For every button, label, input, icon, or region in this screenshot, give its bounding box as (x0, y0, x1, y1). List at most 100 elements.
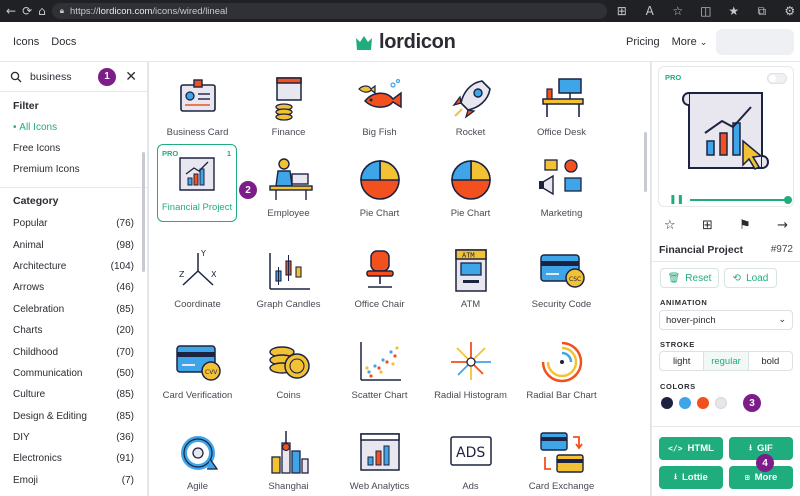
reset-button[interactable]: 🗑︎ Reset (660, 268, 719, 288)
icon-tile[interactable]: Radial Bar Chart (516, 325, 607, 409)
category-item[interactable]: Communication (50) (0, 363, 147, 384)
load-button[interactable]: ⟲ Load (724, 268, 777, 288)
back-icon[interactable]: ← (6, 2, 16, 20)
icon-tile[interactable]: Graph Candles (243, 234, 334, 318)
url-host: lordicon.com (98, 5, 153, 17)
playback-slider[interactable] (690, 196, 792, 204)
category-item[interactable]: Celebration (85) (0, 299, 147, 320)
icon-tile[interactable]: Agile (152, 416, 243, 496)
html-button[interactable]: </> HTML (659, 437, 723, 460)
icon-tile[interactable]: Radial Histogram (425, 325, 516, 409)
filter-free-icons[interactable]: Free Icons (0, 138, 147, 159)
icon-tile[interactable]: Business Card (152, 62, 243, 146)
category-item[interactable]: Animal (98) (0, 234, 147, 255)
pro-tag: PRO (162, 149, 179, 158)
extension-icon[interactable]: ⚙ (781, 2, 799, 20)
split-screen-icon[interactable]: ◫ (697, 2, 715, 20)
stroke-bold[interactable]: bold (749, 352, 792, 370)
icon-tile[interactable]: Office Desk (516, 62, 607, 146)
colors-label: COLORS (660, 382, 696, 391)
collections-icon[interactable]: ⧉ (753, 2, 771, 20)
category-item[interactable]: Architecture (104) (0, 256, 147, 277)
sidebar-scrollbar[interactable] (142, 152, 145, 272)
nav-more[interactable]: More ⌄ (672, 36, 708, 48)
category-item[interactable]: Popular (76) (0, 213, 147, 234)
icon-tile[interactable]: ADS Ads (425, 416, 516, 496)
animation-select[interactable]: hover-pinch ⌄ (659, 310, 793, 330)
color-swatch-quaternary[interactable] (715, 397, 727, 409)
icon-tile[interactable]: Shanghai (243, 416, 334, 496)
icon-tile[interactable]: ATM ATM (425, 234, 516, 318)
icon-tile[interactable]: Marketing (516, 143, 607, 227)
category-item[interactable]: Arrows (46) (0, 277, 147, 298)
svg-text:CSC: CSC (569, 276, 581, 283)
reload-icon[interactable]: ⟳ (22, 2, 32, 20)
icon-tile[interactable]: Finance (243, 62, 334, 146)
icon-tile[interactable]: CVV Card Verification (152, 325, 243, 409)
category-item[interactable]: Charts (20) (0, 320, 147, 341)
add-to-folder-icon[interactable]: ⊞ (702, 218, 713, 233)
home-icon[interactable]: ⌂ (38, 2, 46, 20)
grid-scrollbar[interactable] (644, 132, 647, 192)
icon-tile[interactable]: Rocket (425, 62, 516, 146)
read-aloud-icon[interactable]: A (641, 2, 659, 20)
icon-tile[interactable]: CSC Security Code (516, 234, 607, 318)
arrow-right-icon[interactable]: → (777, 218, 788, 233)
favorite-star-icon[interactable]: ☆ (664, 218, 676, 233)
nav-docs[interactable]: Docs (51, 36, 76, 48)
filter-title: Filter (13, 100, 39, 112)
clear-search-icon[interactable]: ✕ (125, 69, 137, 85)
category-count: (70) (116, 346, 134, 358)
rocket-icon (446, 75, 496, 121)
category-item[interactable]: Childhood (70) (0, 341, 147, 362)
icon-label: Scatter Chart (351, 390, 408, 401)
logo[interactable]: lordicon (355, 31, 456, 54)
favorites-icon[interactable]: ★ (725, 2, 743, 20)
animation-label: ANIMATION (660, 298, 708, 307)
category-item[interactable]: Electronics (91) (0, 448, 147, 469)
category-item[interactable]: Culture (85) (0, 384, 147, 405)
icon-label: Office Desk (537, 127, 586, 138)
icon-tile[interactable]: Pie Chart (334, 143, 425, 227)
category-item[interactable]: DIY (36) (0, 427, 147, 448)
icon-tile[interactable]: Scatter Chart (334, 325, 425, 409)
search-input[interactable] (30, 70, 90, 83)
category-item[interactable]: Emoji (7) (0, 470, 147, 491)
step-badge-4: 4 (756, 454, 774, 472)
icon-tile[interactable]: Big Fish (334, 62, 425, 146)
icon-label: Marketing (540, 208, 583, 219)
color-swatch-secondary[interactable] (679, 397, 691, 409)
icon-tile[interactable]: Y Z X Coordinate (152, 234, 243, 318)
nav-pricing[interactable]: Pricing (626, 36, 660, 48)
step-badge-3: 3 (743, 394, 761, 412)
account-area[interactable] (716, 29, 794, 55)
radial-bar-chart-icon (537, 338, 587, 384)
icon-tile[interactable]: Coins (243, 325, 334, 409)
address-bar[interactable]: 🔒︎ https://lordicon.com/icons/wired/line… (51, 3, 607, 19)
stroke-regular[interactable]: regular (704, 352, 749, 370)
color-swatch-primary[interactable] (661, 397, 673, 409)
card-exchange-icon (537, 429, 587, 475)
filter-all-icons[interactable]: • All Icons (0, 117, 147, 138)
filter-premium-icons[interactable]: Premium Icons (0, 159, 147, 180)
translate-icon[interactable]: ⊞ (613, 2, 631, 20)
lottie-button[interactable]: ⭳ Lottie (659, 466, 723, 489)
icon-tile[interactable]: Pie Chart (425, 143, 516, 227)
pause-icon[interactable]: ❚❚ (669, 195, 684, 205)
icon-tile[interactable]: Office Chair (334, 234, 425, 318)
color-swatch-tertiary[interactable] (697, 397, 709, 409)
icon-tile[interactable]: Card Exchange (516, 416, 607, 496)
category-item[interactable]: Design & Editing (85) (0, 406, 147, 427)
favorite-icon[interactable]: ☆ (669, 2, 687, 20)
lottie-label: Lottie (681, 472, 708, 483)
category-count: (46) (116, 282, 134, 294)
report-flag-icon[interactable]: ⚑ (739, 218, 751, 233)
icon-tile[interactable]: PRO 1 Financial Project (157, 144, 237, 222)
icon-tile[interactable]: Employee (243, 143, 334, 227)
icon-tile[interactable]: Web Analytics (334, 416, 425, 496)
stroke-light[interactable]: light (660, 352, 705, 370)
icon-label: Card Exchange (528, 481, 595, 492)
nav-icons[interactable]: Icons (13, 36, 39, 48)
category-name: Emoji (13, 474, 39, 486)
ads-icon: ADS (446, 429, 496, 475)
